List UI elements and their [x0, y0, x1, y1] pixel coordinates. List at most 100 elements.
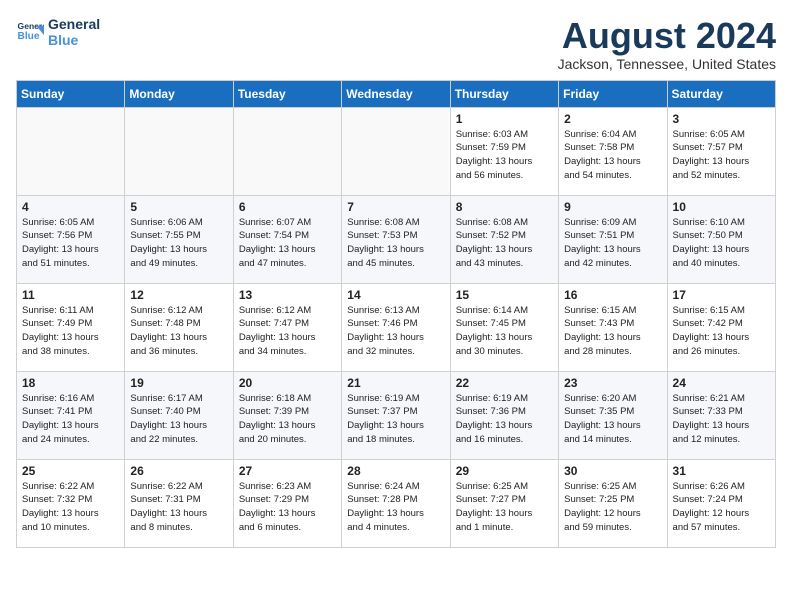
day-info: Sunrise: 6:07 AM Sunset: 7:54 PM Dayligh… — [239, 216, 336, 271]
day-number: 29 — [456, 464, 553, 478]
weekday-header-monday: Monday — [125, 80, 233, 107]
calendar-cell: 10 Sunrise: 6:10 AM Sunset: 7:50 PM Dayli… — [667, 195, 775, 283]
title-block: August 2024 Jackson, Tennessee, United S… — [558, 16, 776, 72]
day-number: 4 — [22, 200, 119, 214]
day-number: 19 — [130, 376, 227, 390]
calendar-cell: 21 Sunrise: 6:19 AM Sunset: 7:37 PM Dayli… — [342, 371, 450, 459]
day-info: Sunrise: 6:05 AM Sunset: 7:57 PM Dayligh… — [673, 128, 770, 183]
day-info: Sunrise: 6:26 AM Sunset: 7:24 PM Dayligh… — [673, 480, 770, 535]
logo: General Blue General Blue — [16, 16, 100, 48]
page-header: General Blue General Blue August 2024 Ja… — [16, 16, 776, 72]
day-number: 11 — [22, 288, 119, 302]
day-info: Sunrise: 6:23 AM Sunset: 7:29 PM Dayligh… — [239, 480, 336, 535]
day-info: Sunrise: 6:16 AM Sunset: 7:41 PM Dayligh… — [22, 392, 119, 447]
day-info: Sunrise: 6:20 AM Sunset: 7:35 PM Dayligh… — [564, 392, 661, 447]
weekday-header-sunday: Sunday — [17, 80, 125, 107]
calendar-cell — [233, 107, 341, 195]
day-info: Sunrise: 6:19 AM Sunset: 7:37 PM Dayligh… — [347, 392, 444, 447]
calendar-cell: 2 Sunrise: 6:04 AM Sunset: 7:58 PM Daylig… — [559, 107, 667, 195]
day-number: 21 — [347, 376, 444, 390]
calendar-cell: 30 Sunrise: 6:25 AM Sunset: 7:25 PM Dayli… — [559, 459, 667, 547]
calendar-cell: 27Sunrise: 6:23 AM Sunset: 7:29 PM Dayli… — [233, 459, 341, 547]
day-info: Sunrise: 6:10 AM Sunset: 7:50 PM Dayligh… — [673, 216, 770, 271]
calendar-cell: 25 Sunrise: 6:22 AM Sunset: 7:32 PM Dayli… — [17, 459, 125, 547]
day-info: Sunrise: 6:22 AM Sunset: 7:32 PM Dayligh… — [22, 480, 119, 535]
day-info: Sunrise: 6:04 AM Sunset: 7:58 PM Dayligh… — [564, 128, 661, 183]
day-info: Sunrise: 6:14 AM Sunset: 7:45 PM Dayligh… — [456, 304, 553, 359]
calendar-cell: 19 Sunrise: 6:17 AM Sunset: 7:40 PM Dayli… — [125, 371, 233, 459]
calendar-cell: 17Sunrise: 6:15 AM Sunset: 7:42 PM Dayli… — [667, 283, 775, 371]
calendar-cell: 26 Sunrise: 6:22 AM Sunset: 7:31 PM Dayli… — [125, 459, 233, 547]
calendar-cell: 12Sunrise: 6:12 AM Sunset: 7:48 PM Dayli… — [125, 283, 233, 371]
calendar-cell: 14 Sunrise: 6:13 AM Sunset: 7:46 PM Dayli… — [342, 283, 450, 371]
day-number: 2 — [564, 112, 661, 126]
day-number: 28 — [347, 464, 444, 478]
calendar-cell: 4 Sunrise: 6:05 AM Sunset: 7:56 PM Daylig… — [17, 195, 125, 283]
day-number: 20 — [239, 376, 336, 390]
calendar-week-4: 18 Sunrise: 6:16 AM Sunset: 7:41 PM Dayli… — [17, 371, 776, 459]
logo-text-blue: Blue — [48, 32, 100, 48]
day-info: Sunrise: 6:19 AM Sunset: 7:36 PM Dayligh… — [456, 392, 553, 447]
day-info: Sunrise: 6:08 AM Sunset: 7:53 PM Dayligh… — [347, 216, 444, 271]
day-number: 30 — [564, 464, 661, 478]
day-number: 1 — [456, 112, 553, 126]
day-info: Sunrise: 6:18 AM Sunset: 7:39 PM Dayligh… — [239, 392, 336, 447]
calendar-cell: 9Sunrise: 6:09 AM Sunset: 7:51 PM Daylig… — [559, 195, 667, 283]
day-number: 9 — [564, 200, 661, 214]
day-info: Sunrise: 6:21 AM Sunset: 7:33 PM Dayligh… — [673, 392, 770, 447]
calendar-week-3: 11Sunrise: 6:11 AM Sunset: 7:49 PM Dayli… — [17, 283, 776, 371]
calendar-cell: 1 Sunrise: 6:03 AM Sunset: 7:59 PM Daylig… — [450, 107, 558, 195]
day-number: 15 — [456, 288, 553, 302]
day-number: 10 — [673, 200, 770, 214]
weekday-header-saturday: Saturday — [667, 80, 775, 107]
day-number: 23 — [564, 376, 661, 390]
svg-text:Blue: Blue — [18, 31, 40, 42]
weekday-header-row: SundayMondayTuesdayWednesdayThursdayFrid… — [17, 80, 776, 107]
day-info: Sunrise: 6:15 AM Sunset: 7:42 PM Dayligh… — [673, 304, 770, 359]
calendar-cell: 18 Sunrise: 6:16 AM Sunset: 7:41 PM Dayli… — [17, 371, 125, 459]
day-number: 12 — [130, 288, 227, 302]
day-number: 25 — [22, 464, 119, 478]
day-number: 13 — [239, 288, 336, 302]
day-info: Sunrise: 6:25 AM Sunset: 7:25 PM Dayligh… — [564, 480, 661, 535]
calendar-cell: 22Sunrise: 6:19 AM Sunset: 7:36 PM Dayli… — [450, 371, 558, 459]
calendar-cell — [17, 107, 125, 195]
calendar-cell: 3Sunrise: 6:05 AM Sunset: 7:57 PM Daylig… — [667, 107, 775, 195]
day-number: 7 — [347, 200, 444, 214]
day-number: 24 — [673, 376, 770, 390]
calendar-cell: 7 Sunrise: 6:08 AM Sunset: 7:53 PM Daylig… — [342, 195, 450, 283]
day-number: 6 — [239, 200, 336, 214]
day-number: 26 — [130, 464, 227, 478]
day-number: 14 — [347, 288, 444, 302]
day-info: Sunrise: 6:17 AM Sunset: 7:40 PM Dayligh… — [130, 392, 227, 447]
day-info: Sunrise: 6:25 AM Sunset: 7:27 PM Dayligh… — [456, 480, 553, 535]
calendar-cell: 20 Sunrise: 6:18 AM Sunset: 7:39 PM Dayli… — [233, 371, 341, 459]
day-info: Sunrise: 6:08 AM Sunset: 7:52 PM Dayligh… — [456, 216, 553, 271]
calendar-cell: 13 Sunrise: 6:12 AM Sunset: 7:47 PM Dayli… — [233, 283, 341, 371]
calendar-table: SundayMondayTuesdayWednesdayThursdayFrid… — [16, 80, 776, 548]
calendar-cell: 15 Sunrise: 6:14 AM Sunset: 7:45 PM Dayli… — [450, 283, 558, 371]
day-info: Sunrise: 6:05 AM Sunset: 7:56 PM Dayligh… — [22, 216, 119, 271]
weekday-header-tuesday: Tuesday — [233, 80, 341, 107]
calendar-cell: 16Sunrise: 6:15 AM Sunset: 7:43 PM Dayli… — [559, 283, 667, 371]
logo-icon: General Blue — [16, 18, 44, 46]
day-info: Sunrise: 6:22 AM Sunset: 7:31 PM Dayligh… — [130, 480, 227, 535]
day-info: Sunrise: 6:13 AM Sunset: 7:46 PM Dayligh… — [347, 304, 444, 359]
calendar-cell: 28 Sunrise: 6:24 AM Sunset: 7:28 PM Dayli… — [342, 459, 450, 547]
calendar-cell: 8 Sunrise: 6:08 AM Sunset: 7:52 PM Daylig… — [450, 195, 558, 283]
day-info: Sunrise: 6:24 AM Sunset: 7:28 PM Dayligh… — [347, 480, 444, 535]
day-number: 18 — [22, 376, 119, 390]
calendar-cell: 29 Sunrise: 6:25 AM Sunset: 7:27 PM Dayli… — [450, 459, 558, 547]
calendar-cell: 23 Sunrise: 6:20 AM Sunset: 7:35 PM Dayli… — [559, 371, 667, 459]
calendar-cell: 6 Sunrise: 6:07 AM Sunset: 7:54 PM Daylig… — [233, 195, 341, 283]
location: Jackson, Tennessee, United States — [558, 56, 776, 72]
day-info: Sunrise: 6:12 AM Sunset: 7:47 PM Dayligh… — [239, 304, 336, 359]
calendar-cell — [342, 107, 450, 195]
weekday-header-friday: Friday — [559, 80, 667, 107]
day-number: 8 — [456, 200, 553, 214]
calendar-cell: 24 Sunrise: 6:21 AM Sunset: 7:33 PM Dayli… — [667, 371, 775, 459]
day-info: Sunrise: 6:06 AM Sunset: 7:55 PM Dayligh… — [130, 216, 227, 271]
day-info: Sunrise: 6:15 AM Sunset: 7:43 PM Dayligh… — [564, 304, 661, 359]
calendar-cell: 31Sunrise: 6:26 AM Sunset: 7:24 PM Dayli… — [667, 459, 775, 547]
day-info: Sunrise: 6:03 AM Sunset: 7:59 PM Dayligh… — [456, 128, 553, 183]
